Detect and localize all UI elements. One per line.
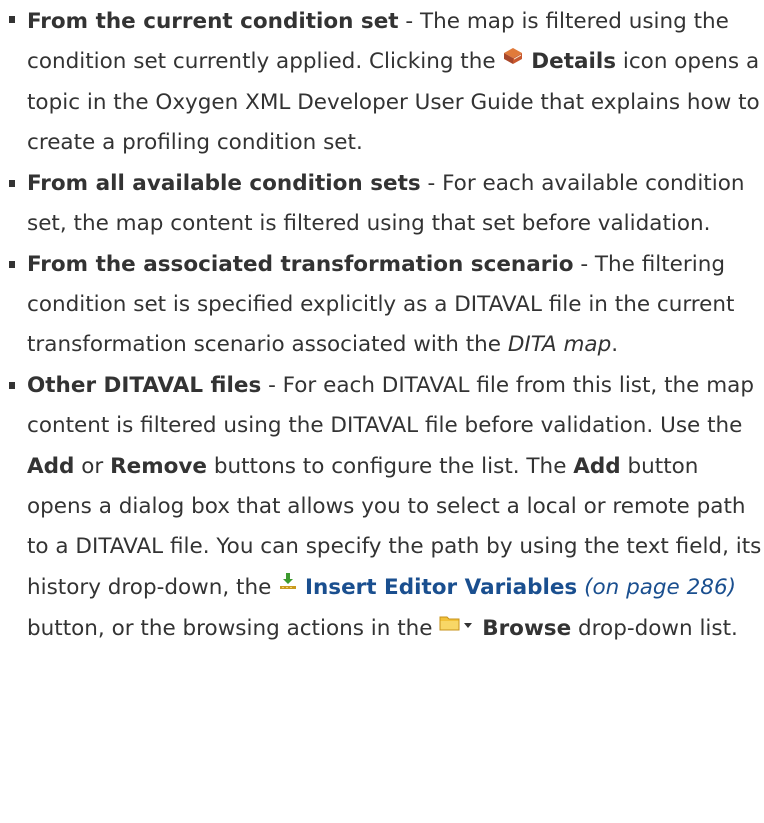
condition-set-options-list: From the current condition set - The map… [0,0,764,649]
details-label: Details [531,49,617,75]
list-item-transformation-scenario: From the associated transformation scena… [0,245,764,366]
bullet [9,381,15,389]
add-label: Add [27,453,75,479]
item-title: From all available condition sets [27,170,421,196]
bullet [9,179,15,187]
folder-icon[interactable] [439,606,461,646]
item-title: From the associated transformation scena… [27,251,574,277]
item-text: . [611,332,619,358]
item-text: button, or the browsing actions in the [27,615,440,641]
insert-variables-icon[interactable] [278,565,298,605]
item-title: Other DITAVAL files [27,372,262,398]
page-reference-link[interactable]: (on page 286) [584,575,736,600]
remove-label: Remove [110,453,208,479]
insert-editor-variables-link[interactable]: Insert Editor Variables [305,575,577,600]
list-item-current-condition-set: From the current condition set - The map… [0,0,764,164]
bullet [9,16,15,23]
list-item-other-ditaval-files: Other DITAVAL files - For each DITAVAL f… [0,366,764,649]
add-label-2: Add [573,453,621,479]
browse-label: Browse [482,615,572,641]
bullet [9,260,15,268]
item-text: or [74,453,111,479]
document-page: { "items": [ { "title": "From the curren… [0,0,764,823]
item-text: buttons to configure the list. The [207,453,574,479]
dita-map-term: DITA map [507,332,612,358]
list-item-all-condition-sets: From all available condition sets - For … [0,164,764,245]
item-text: drop-down list. [571,615,738,641]
dropdown-arrow-icon[interactable] [461,606,475,646]
book-icon[interactable] [502,39,524,79]
item-title: From the current condition set [27,9,399,34]
